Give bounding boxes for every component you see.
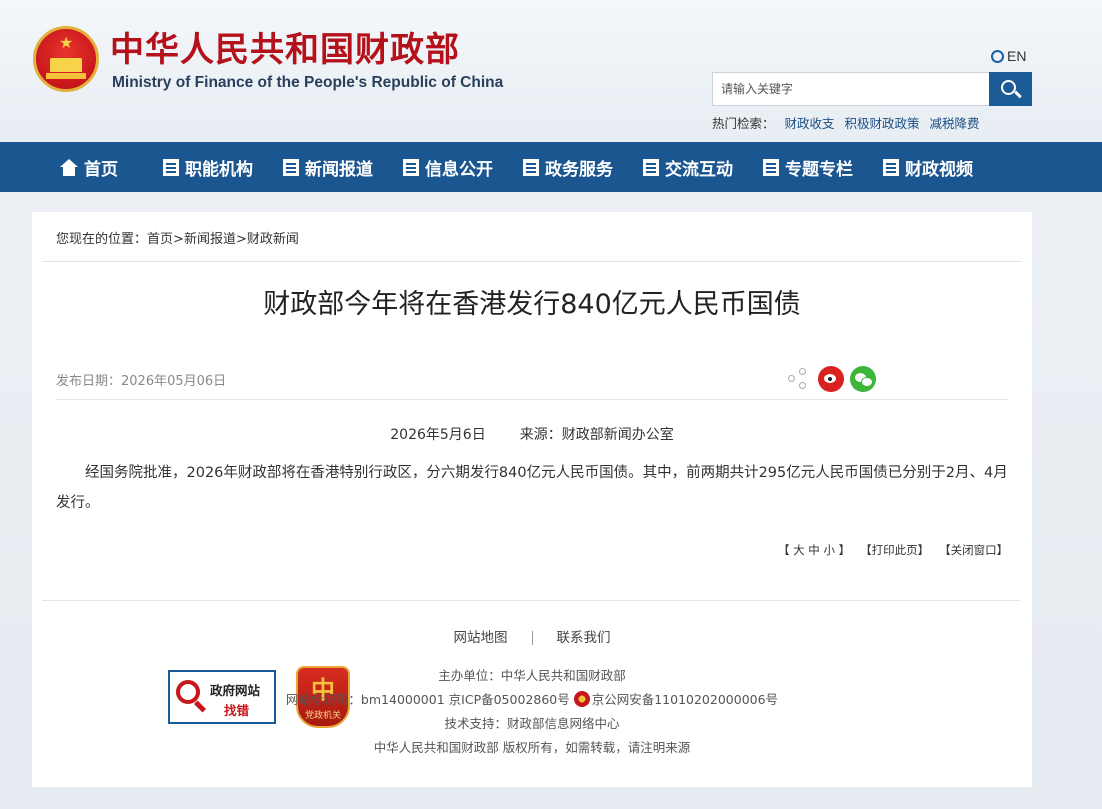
article-date: 2026年5月6日 bbox=[390, 427, 486, 443]
video-icon bbox=[883, 158, 899, 176]
globe-icon bbox=[991, 49, 1004, 63]
nav-item-home[interactable]: 首页 bbox=[60, 142, 163, 192]
nav-item-interaction[interactable]: 交流互动 bbox=[643, 142, 763, 192]
close-window-button[interactable]: 【关闭窗口】 bbox=[939, 542, 1008, 558]
site-title-cn[interactable]: 中华人民共和国财政部 bbox=[110, 30, 460, 70]
nav-item-label: 交流互动 bbox=[665, 159, 733, 180]
police-badge-icon bbox=[573, 691, 590, 707]
share-bar bbox=[786, 366, 876, 392]
service-icon bbox=[523, 158, 539, 176]
nav-item-video[interactable]: 财政视频 bbox=[883, 142, 1003, 192]
divider bbox=[42, 600, 1020, 601]
breadcrumb-item-home[interactable]: 首页 bbox=[147, 232, 173, 247]
article-source: 来源：财政部新闻办公室 bbox=[519, 427, 674, 443]
share-icon[interactable] bbox=[786, 366, 812, 392]
nav-item-label: 职能机构 bbox=[185, 159, 253, 180]
hot-search-item[interactable]: 减税降费 bbox=[930, 113, 980, 132]
publish-date: 发布日期：2026年05月06日 bbox=[56, 374, 227, 389]
site-header: ★ 中华人民共和国财政部 Ministry of Finance of the … bbox=[0, 0, 1102, 142]
list-icon bbox=[163, 158, 179, 176]
nav-item-topics[interactable]: 专题专栏 bbox=[763, 142, 883, 192]
main-nav: 首页 职能机构 新闻报道 信息公开 政务服务 交流互动 专题专栏 财政视频 bbox=[0, 142, 1102, 192]
article-source-line: 2026年5月6日 来源：财政部新闻办公室 bbox=[32, 424, 1032, 444]
font-size-control[interactable]: 【 大 中 小 】 bbox=[778, 542, 850, 558]
footer-links: 网站地图 联系我们 bbox=[32, 626, 1032, 646]
site-id: 网站标识码：bm14000001 bbox=[285, 692, 445, 707]
nav-item-news[interactable]: 新闻报道 bbox=[283, 142, 403, 192]
hot-search-item[interactable]: 积极财政政策 bbox=[845, 113, 920, 132]
weibo-share-icon[interactable] bbox=[818, 366, 844, 392]
nav-item-services[interactable]: 政务服务 bbox=[523, 142, 643, 192]
wechat-share-icon[interactable] bbox=[850, 366, 876, 392]
language-label: EN bbox=[1007, 48, 1027, 64]
breadcrumb-item-news[interactable]: 新闻报道 bbox=[184, 232, 236, 247]
article-body: 经国务院批准，2026年财政部将在香港特别行政区，分六期发行840亿元人民币国债… bbox=[56, 465, 1008, 511]
hot-search-label: 热门检索： bbox=[712, 116, 775, 131]
hot-search-item[interactable]: 财政收支 bbox=[785, 113, 835, 132]
divider bbox=[42, 261, 1022, 262]
footer-copyright: 中华人民共和国财政部 版权所有，如需转载，请注明来源 bbox=[373, 740, 691, 755]
news-icon bbox=[283, 158, 299, 176]
article-tools: 【 大 中 小 】 【打印此页】 【关闭窗口】 bbox=[778, 542, 1008, 558]
document-icon bbox=[403, 158, 419, 176]
breadcrumb-prefix: 您现在的位置： bbox=[56, 232, 148, 247]
icp-link[interactable]: 京ICP备05002860号 bbox=[449, 692, 570, 707]
footer-tech: 技术支持：财政部信息网络中心 bbox=[444, 716, 620, 731]
police-record-link[interactable]: 京公网安备11010202000006号 bbox=[592, 692, 778, 707]
breadcrumb-separator: > bbox=[173, 232, 184, 247]
nav-item-label: 新闻报道 bbox=[305, 159, 373, 180]
breadcrumb-separator: > bbox=[235, 232, 247, 247]
contact-link[interactable]: 联系我们 bbox=[557, 630, 611, 646]
divider bbox=[56, 399, 1008, 400]
nav-item-label: 专题专栏 bbox=[785, 159, 853, 180]
nav-item-label: 财政视频 bbox=[905, 159, 973, 180]
breadcrumb: 您现在的位置：首页>新闻报道>财政新闻 bbox=[56, 228, 299, 247]
nav-item-label: 政务服务 bbox=[545, 159, 613, 180]
nav-item-functions[interactable]: 职能机构 bbox=[163, 142, 283, 192]
search-input[interactable] bbox=[713, 73, 989, 105]
sitemap-link[interactable]: 网站地图 bbox=[454, 630, 508, 646]
search-button[interactable] bbox=[989, 72, 1032, 106]
language-switch[interactable]: EN bbox=[991, 48, 1026, 64]
nav-item-label: 信息公开 bbox=[425, 159, 493, 180]
topic-icon bbox=[763, 158, 779, 176]
interaction-icon bbox=[643, 158, 659, 176]
article-title: 财政部今年将在香港发行840亿元人民币国债 bbox=[263, 289, 801, 320]
footer-info: 主办单位：中华人民共和国财政部 网站标识码：bm14000001 京ICP备05… bbox=[32, 664, 1032, 760]
nav-item-label: 首页 bbox=[84, 159, 118, 180]
site-title-en[interactable]: Ministry of Finance of the People's Repu… bbox=[112, 73, 503, 93]
nav-item-info[interactable]: 信息公开 bbox=[403, 142, 523, 192]
hot-search: 热门检索： 财政收支 积极财政政策 减税降费 bbox=[712, 113, 980, 132]
national-emblem-icon[interactable]: ★ bbox=[33, 26, 99, 92]
article-card: 您现在的位置：首页>新闻报道>财政新闻 财政部今年将在香港发行840亿元人民币国… bbox=[32, 212, 1032, 787]
breadcrumb-item-finance-news[interactable]: 财政新闻 bbox=[247, 232, 299, 247]
print-button[interactable]: 【打印此页】 bbox=[860, 542, 929, 558]
footer-host: 主办单位：中华人民共和国财政部 bbox=[438, 668, 626, 683]
footer-ids: 网站标识码：bm14000001 京ICP备05002860号 京公网安备110… bbox=[32, 688, 1032, 712]
search-box bbox=[712, 72, 1032, 106]
home-icon bbox=[60, 158, 78, 176]
